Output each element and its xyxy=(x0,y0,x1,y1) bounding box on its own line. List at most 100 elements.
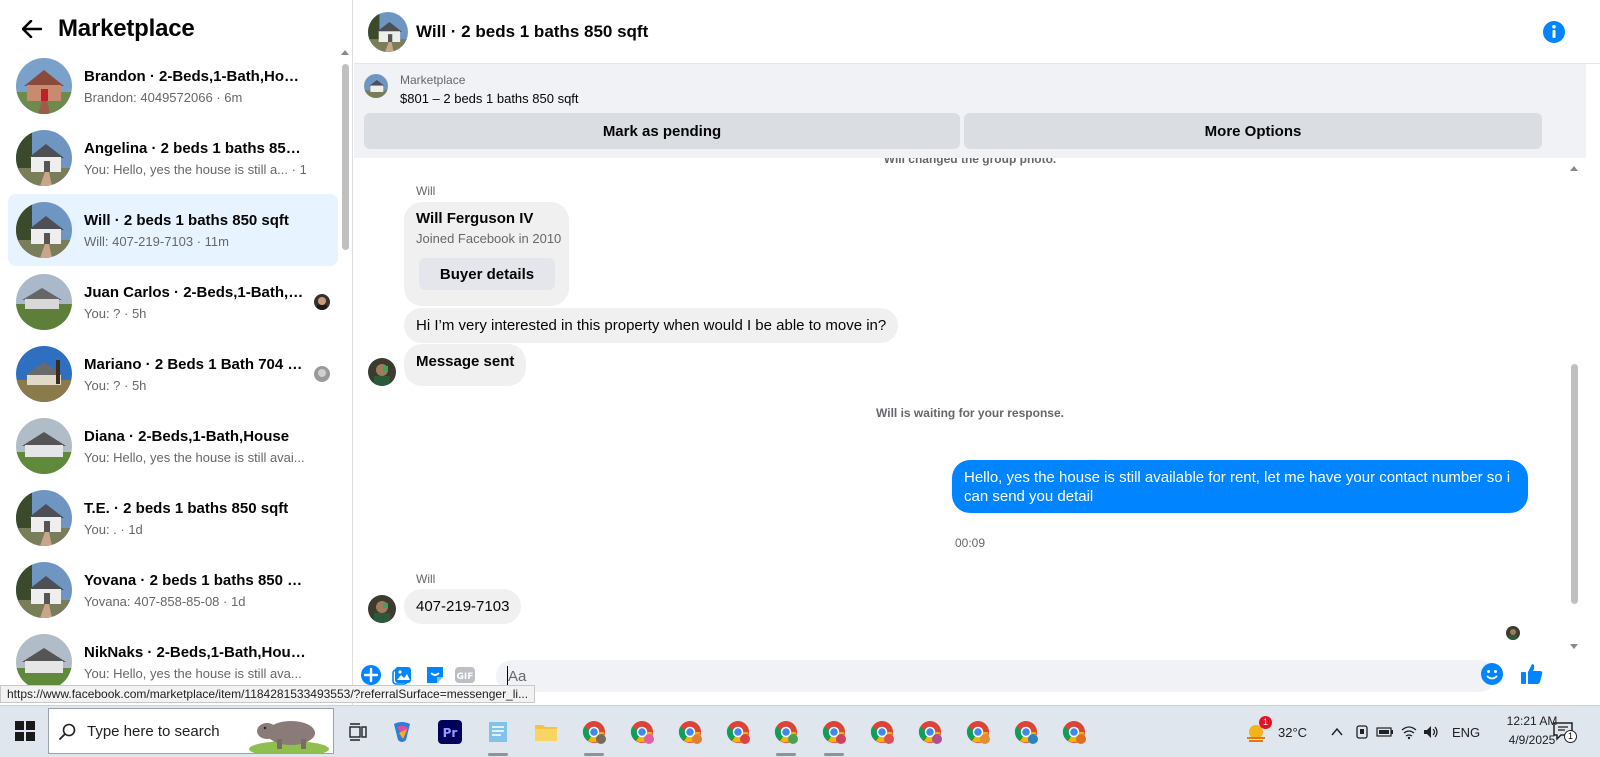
sidebar: Marketplace Brandon · 2-Beds,1-Bath,Hous… xyxy=(0,0,353,716)
chrome-profile-icon[interactable] xyxy=(1008,714,1044,750)
like-icon[interactable] xyxy=(1520,662,1543,684)
conversation-item[interactable]: T.E. · 2 beds 1 baths 850 sqft You: . · … xyxy=(8,482,338,554)
windows-start-icon[interactable] xyxy=(14,720,36,742)
conversation-name: Juan Carlos · 2-Beds,1-Bath,H... xyxy=(84,283,306,301)
conversation-name: Brandon · 2-Beds,1-Bath,House xyxy=(84,67,306,85)
more-options-button[interactable]: More Options xyxy=(964,113,1542,149)
sidebar-header: Marketplace xyxy=(20,12,195,46)
conversation-item[interactable]: Juan Carlos · 2-Beds,1-Bath,H... You: ? … xyxy=(8,266,338,338)
weather-badge: 1 xyxy=(1259,716,1272,729)
conversation-item[interactable]: Diana · 2-Beds,1-Bath,House You: Hello, … xyxy=(8,410,338,482)
svg-text:GIF: GIF xyxy=(457,672,474,682)
chrome-profile-icon[interactable] xyxy=(576,714,612,756)
listing-thumbnail xyxy=(16,562,72,618)
conversation-preview: Yovana: 407-858-85-08 · 1d xyxy=(84,593,246,609)
conversation-preview: Brandon: 4049572066 · 6m xyxy=(84,89,243,105)
conversation-name: Diana · 2-Beds,1-Bath,House xyxy=(84,427,290,445)
conversation-preview: You: ? · 5h xyxy=(84,305,147,321)
meet-now-icon[interactable] xyxy=(1354,706,1370,757)
image-icon[interactable] xyxy=(392,664,414,686)
chat-avatar[interactable] xyxy=(368,11,408,52)
weather-widget[interactable]: 1 32°C xyxy=(1244,706,1307,757)
emoji-icon[interactable] xyxy=(1480,662,1503,685)
chrome-profile-icon[interactable] xyxy=(768,714,804,756)
conversation-preview: Will: 407-219-7103 · 11m xyxy=(84,233,229,249)
gif-icon[interactable]: GIF xyxy=(454,664,476,686)
notification-count: 1 xyxy=(1564,730,1577,743)
conversation-name: Mariano · 2 Beds 1 Bath 704 S... xyxy=(84,355,306,373)
chrome-profile-icon[interactable] xyxy=(912,714,948,750)
notifications-icon[interactable]: 1 xyxy=(1552,720,1577,743)
premiere-pro-icon[interactable]: Pr xyxy=(432,714,468,750)
chrome-profile-icon[interactable] xyxy=(864,714,900,750)
conversation-list: Brandon · 2-Beds,1-Bath,House Brandon: 4… xyxy=(8,50,338,698)
message-thread: Will changed the group photo. Will Will … xyxy=(354,158,1586,648)
file-explorer-icon[interactable] xyxy=(528,714,564,750)
conversation-preview: You: Hello, yes the house is still avai.… xyxy=(84,449,306,465)
taskbar-search[interactable]: Type here to search xyxy=(48,708,334,754)
wifi-icon[interactable] xyxy=(1400,706,1418,757)
sidebar-scrollbar[interactable] xyxy=(340,50,350,690)
message-input[interactable] xyxy=(496,660,1496,692)
my-message-bubble: Hello, yes the house is still available … xyxy=(952,460,1528,513)
notepad-icon[interactable] xyxy=(480,714,516,756)
scroll-up-icon[interactable] xyxy=(1570,166,1578,171)
mark-as-pending-button[interactable]: Mark as pending xyxy=(364,113,960,149)
conversation-name: Yovana · 2 beds 1 baths 850 sqft xyxy=(84,571,306,589)
buyer-card: Will Ferguson IV Joined Facebook in 2010… xyxy=(404,202,569,306)
listing-title[interactable]: $801 – 2 beds 1 baths 850 sqft xyxy=(400,91,579,106)
participant-avatar xyxy=(314,366,330,382)
info-icon[interactable] xyxy=(1542,20,1566,44)
listing-thumbnail xyxy=(364,74,388,98)
task-view-icon[interactable] xyxy=(340,714,376,750)
weather-icon: 1 xyxy=(1244,716,1272,744)
scroll-down-icon[interactable] xyxy=(1570,644,1578,649)
chrome-profile-icon[interactable] xyxy=(1056,714,1092,750)
chrome-profile-icon[interactable] xyxy=(960,714,996,750)
sticker-icon[interactable] xyxy=(424,664,446,686)
sender-avatar xyxy=(368,595,396,623)
chat-title[interactable]: Will · 2 beds 1 baths 850 sqft xyxy=(416,22,648,42)
scroll-up-icon[interactable] xyxy=(341,50,349,55)
back-arrow-icon[interactable] xyxy=(20,17,44,41)
battery-icon[interactable] xyxy=(1376,706,1394,757)
conversation-item[interactable]: Yovana · 2 beds 1 baths 850 sqft Yovana:… xyxy=(8,554,338,626)
chrome-profile-icon[interactable] xyxy=(624,714,660,750)
conversation-name: Angelina · 2 beds 1 baths 850 sqft xyxy=(84,139,306,157)
scrollbar-thumb[interactable] xyxy=(342,64,349,250)
tray-chevron-icon[interactable] xyxy=(1330,706,1344,757)
banner-label: Marketplace xyxy=(400,73,466,87)
chrome-profile-icon[interactable] xyxy=(720,714,756,750)
conversation-preview: You: Hello, yes the house is still a... … xyxy=(84,161,306,177)
language-indicator[interactable]: ENG xyxy=(1452,706,1480,757)
conversation-name: Will · 2 beds 1 baths 850 sqft xyxy=(84,211,289,229)
search-icon xyxy=(59,723,77,741)
weather-temperature: 32°C xyxy=(1278,724,1308,740)
conversation-name: NikNaks · 2-Beds,1-Bath,House xyxy=(84,643,306,661)
plus-icon[interactable] xyxy=(360,664,382,686)
sidebar-title: Marketplace xyxy=(58,15,195,42)
conversation-name: T.E. · 2 beds 1 baths 850 sqft xyxy=(84,499,289,517)
system-message: Will changed the group photo. xyxy=(883,158,1057,166)
sender-name: Will xyxy=(416,572,436,586)
message-bubble: Hi I’m very interested in this property … xyxy=(404,308,899,343)
conversation-item[interactable]: Mariano · 2 Beds 1 Bath 704 S... You: ? … xyxy=(8,338,338,410)
listing-thumbnail xyxy=(16,274,72,330)
buyer-details-button[interactable]: Buyer details xyxy=(419,258,555,290)
chrome-profile-icon[interactable] xyxy=(816,714,852,756)
conversation-item[interactable]: Brandon · 2-Beds,1-Bath,House Brandon: 4… xyxy=(8,50,338,122)
copilot-icon[interactable] xyxy=(384,714,420,750)
status-url: https://www.facebook.com/marketplace/ite… xyxy=(0,685,536,703)
conversation-preview: You: Hello, yes the house is still ava..… xyxy=(84,665,306,681)
conversation-item[interactable]: Angelina · 2 beds 1 baths 850 sqft You: … xyxy=(8,122,338,194)
chat-header: Will · 2 beds 1 baths 850 sqft xyxy=(354,0,1600,64)
message-timestamp: 00:09 xyxy=(954,536,986,550)
sender-name: Will xyxy=(416,184,436,198)
chrome-profile-icon[interactable] xyxy=(672,714,708,750)
conversation-item-selected[interactable]: Will · 2 beds 1 baths 850 sqft Will: 407… xyxy=(8,194,338,266)
chat-scrollbar[interactable] xyxy=(1568,162,1580,652)
listing-thumbnail xyxy=(16,634,72,690)
scrollbar-thumb[interactable] xyxy=(1571,364,1578,604)
volume-icon[interactable] xyxy=(1422,706,1440,757)
listing-thumbnail xyxy=(16,202,72,258)
